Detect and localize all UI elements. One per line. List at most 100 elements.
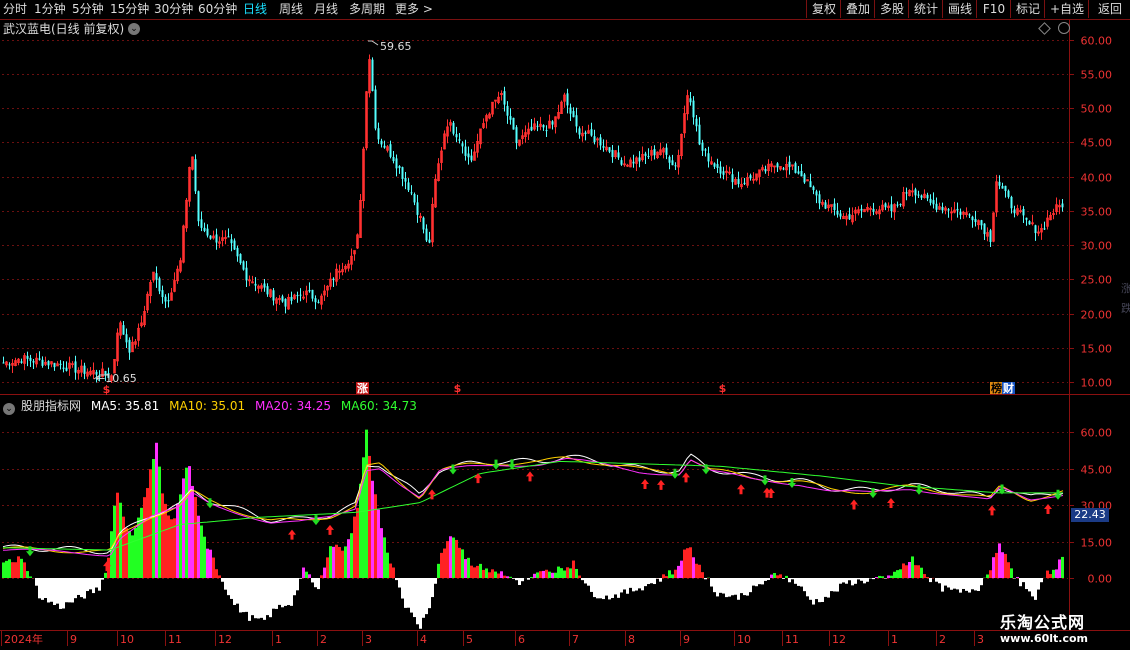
histogram-bar [311,578,314,583]
settings-icon[interactable] [1058,22,1070,34]
tab-period-weekly[interactable]: 周线 [279,1,303,18]
candle-body [158,278,161,292]
histogram-bar [449,536,452,578]
tab-period-5min[interactable]: 5分钟 [72,1,104,18]
f10-button[interactable]: F10 [976,0,1011,18]
candle-body [509,116,512,120]
histogram-bar [245,578,248,612]
histogram-bar [740,578,743,594]
candle-body [749,175,752,179]
histogram-bar [971,578,974,590]
histogram-bar [716,578,719,597]
histogram-bar [566,567,569,578]
price-grid [2,40,1068,383]
sell-arrow-icon [206,498,214,509]
tab-period-30min[interactable]: 30分钟 [154,1,193,18]
histogram-bar [860,578,863,581]
candle-body [848,214,851,220]
tab-period-15min[interactable]: 15分钟 [110,1,149,18]
candle-body [833,203,836,210]
histogram-bar [698,564,701,578]
histogram-bar [848,578,851,581]
histogram-bar [638,578,641,589]
histogram-bar [263,578,266,620]
histogram-bar [569,568,572,578]
histogram-bar [1022,578,1025,583]
histogram-bar [743,578,746,596]
histogram-bar [347,539,350,578]
candle-body [812,186,815,191]
candle-body [32,361,35,363]
histogram-bar [683,549,686,578]
histogram-bar [476,565,479,578]
mark-button[interactable]: 标记 [1010,0,1045,18]
histogram-bar [206,548,209,578]
tab-period-1min[interactable]: 1分钟 [34,1,66,18]
candle-body [47,361,50,366]
histogram-bar [884,578,887,579]
overlay-button[interactable]: 叠加 [840,0,875,18]
tab-period-monthly[interactable]: 月线 [314,1,338,18]
indicator-name[interactable]: 股朋指标网 [21,399,81,413]
candle-body [860,208,863,211]
price-tick-label: 45.00 [1081,137,1113,150]
histogram-bar [773,573,776,578]
candle-body [590,129,593,136]
histogram-bar [644,578,647,587]
histogram-bar [71,578,74,603]
histogram-bar [302,567,305,578]
histogram-bar [788,578,791,583]
histogram-bar [908,561,911,578]
candle-body [956,208,959,211]
histogram-bar [752,578,755,586]
restore-rights-button[interactable]: 复权 [806,0,841,18]
histogram-bar [155,442,158,578]
histogram-bar [128,530,131,578]
histogram-bar [272,578,275,609]
histogram-bar [146,488,149,578]
histogram-bar [290,578,293,606]
candle-body [467,153,470,158]
event-marker: 榜 [991,381,1002,395]
candle-body [545,130,548,132]
multi-stock-button[interactable]: 多股 [874,0,909,18]
histogram-bar [1037,578,1040,590]
candlestick-series [2,54,1064,384]
candle-body [206,228,209,236]
histogram-bar [650,578,653,584]
candle-body [299,294,302,296]
chart-canvas[interactable]: 60.0055.0050.0045.0040.0035.0030.0025.00… [0,0,1130,650]
tab-period-60min[interactable]: 60分钟 [198,1,237,18]
candle-body [233,240,236,250]
histogram-bar [23,562,26,578]
candle-body [281,296,284,302]
candle-body [194,159,197,192]
histogram-bar [242,578,245,613]
chevron-down-icon[interactable]: ⌄ [128,23,140,35]
histogram-bar [662,574,665,578]
candle-body [374,89,377,129]
tab-period-daily[interactable]: 日线 [243,1,267,18]
candle-body [839,213,842,217]
candle-body [122,325,125,335]
histogram-bar [350,533,353,578]
chevron-down-icon[interactable]: ⌄ [3,403,15,415]
histogram-bar [695,563,698,578]
histogram-bar [803,578,806,592]
statistics-button[interactable]: 统计 [908,0,943,18]
candle-body [29,357,32,361]
candle-body [203,227,206,231]
candle-body [536,125,539,127]
add-watchlist-button[interactable]: +自选 [1044,0,1089,18]
draw-line-button[interactable]: 画线 [942,0,977,18]
back-button[interactable]: 返回 [1088,0,1130,18]
candle-body [803,174,806,183]
histogram-bar [578,575,581,578]
tab-period-intraday[interactable]: 分时 [3,1,27,18]
histogram-bar [728,578,731,597]
histogram-bar [875,577,878,578]
tab-period-more[interactable]: 更多 > [395,1,433,18]
event-markers[interactable]: $ 涨 $ $ 榜财 [103,381,1015,396]
histogram-bar [677,565,680,578]
tab-period-multi[interactable]: 多周期 [349,1,385,18]
